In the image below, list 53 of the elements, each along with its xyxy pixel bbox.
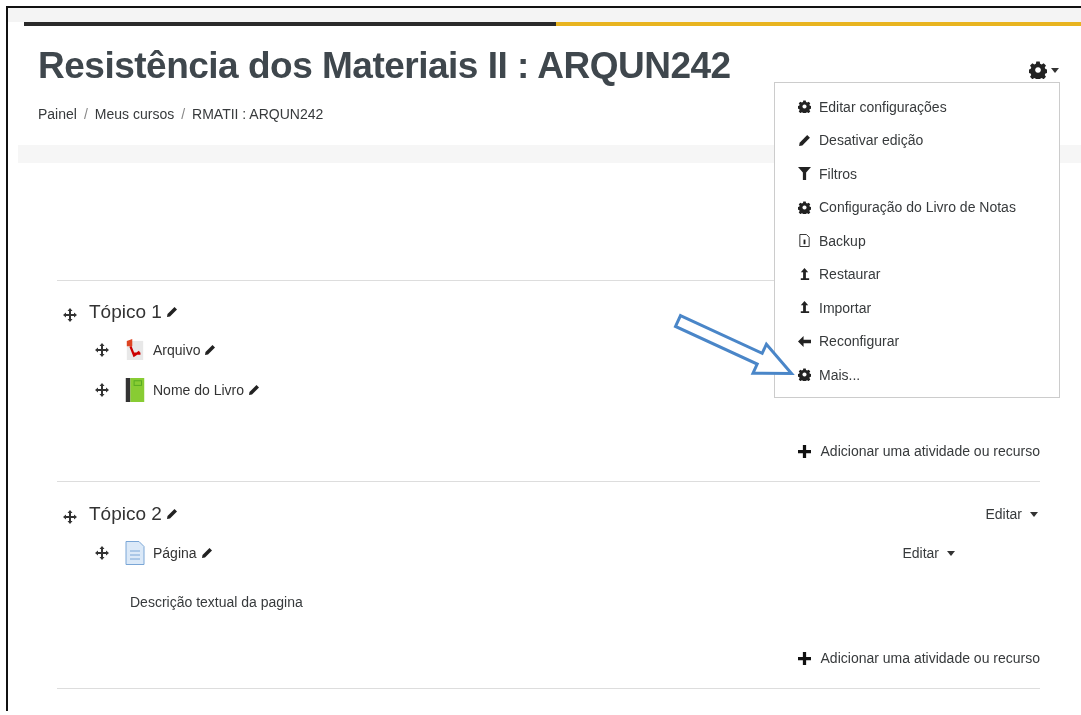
pencil-icon [798,133,811,147]
menu-item[interactable]: Backup [798,224,866,258]
section-title: Tópico 2 [89,503,162,525]
upload-arrow-icon [798,267,811,281]
page-icon [125,541,145,565]
caret-icon [1030,511,1038,517]
section-title: Tópico 1 [89,301,162,323]
menu-item[interactable]: Configuração do Livro de Notas [798,190,1016,224]
move-icon[interactable] [95,343,109,357]
activity-description: Descrição textual da pagina [130,594,304,610]
plus-icon [797,651,811,665]
menu-item[interactable]: Desativar edição [798,123,924,157]
move-icon[interactable] [63,308,77,322]
gear-icon [798,100,811,114]
move-icon[interactable] [95,546,109,560]
gear-icon [798,200,811,214]
breadcrumb-link[interactable]: Meus cursos [94,106,175,122]
breadcrumb-link[interactable]: Painel [38,106,77,122]
add-activity-link[interactable]: Adicionar uma atividade ou recurso [797,441,1040,461]
menu-item[interactable]: Editar configurações [798,90,947,124]
file-icon [798,234,811,248]
caret-icon [1051,67,1059,73]
activity-link[interactable]: Arquivo [153,342,201,358]
settings-menu-button[interactable] [1027,60,1061,80]
edit-menu-button[interactable]: Editar [900,541,957,565]
pencil-icon[interactable] [204,344,217,356]
menu-item[interactable]: Importar [798,291,872,325]
breadcrumb-link[interactable]: RMATII : ARQUN242 [192,106,324,122]
gear-icon [798,368,811,382]
book-icon [125,378,145,402]
menu-item[interactable]: Filtros [798,157,858,191]
breadcrumb-separator: / [83,106,88,122]
pdf-file-icon [125,338,145,362]
caret-icon [947,550,955,556]
menu-item[interactable]: Mais... [798,358,861,392]
add-activity-link[interactable]: Adicionar uma atividade ou recurso [797,648,1040,668]
upload-arrow-icon [798,301,811,315]
breadcrumb-separator: / [181,106,186,122]
filter-icon [798,167,811,181]
course-title: Resistência dos Materiais II : ARQUN242 [38,44,732,88]
move-icon[interactable] [63,510,77,524]
plus-icon [797,444,811,458]
menu-item[interactable]: Restaurar [798,257,881,291]
move-icon[interactable] [95,383,109,397]
activity-link[interactable]: Página [153,545,197,561]
edit-menu-button[interactable]: Editar [983,502,1040,526]
left-arrow-icon [798,334,811,348]
activity-link[interactable]: Nome do Livro [153,382,245,398]
menu-item[interactable]: Reconfigurar [798,324,900,358]
pencil-icon[interactable] [165,508,178,520]
pencil-icon[interactable] [165,306,178,318]
pencil-icon[interactable] [248,384,261,396]
pencil-icon[interactable] [200,547,213,559]
